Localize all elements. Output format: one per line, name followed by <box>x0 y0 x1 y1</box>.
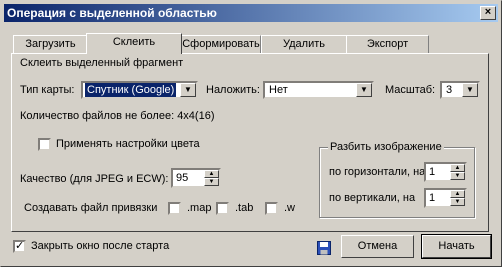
stitch-panel: Склеить выделенный фрагмент Тип карты: С… <box>11 53 489 232</box>
file-count-text: Количество файлов не более: 4х4(16) <box>20 110 215 122</box>
overlay-value: Нет <box>269 84 288 96</box>
split-vertical-stepper[interactable]: 1 ▲ ▼ <box>424 188 467 208</box>
apply-color-checkbox[interactable] <box>38 138 51 151</box>
map-type-label: Тип карты: <box>20 84 75 96</box>
chevron-down-icon[interactable]: ▼ <box>450 198 465 206</box>
split-group-title: Разбить изображение <box>328 141 444 153</box>
scale-label: Масштаб: <box>385 84 436 96</box>
chevron-down-icon[interactable]: ▼ <box>204 178 219 186</box>
scale-select[interactable]: 3 ▼ <box>440 81 480 99</box>
binding-map-label: .map <box>187 202 212 214</box>
split-vertical-label: по вертикали, на <box>329 192 416 204</box>
chevron-down-icon[interactable]: ▼ <box>356 83 372 97</box>
tab-generate[interactable]: Сформировать <box>181 35 261 53</box>
chevron-up-icon[interactable]: ▲ <box>450 164 465 172</box>
split-vertical-value: 1 <box>429 192 436 204</box>
tab-load[interactable]: Загрузить <box>13 35 88 53</box>
tab-export[interactable]: Экспорт <box>346 35 429 53</box>
save-icon[interactable] <box>317 241 331 255</box>
chevron-down-icon[interactable]: ▼ <box>180 83 196 97</box>
map-type-select[interactable]: Спутник (Google) ▼ <box>81 81 198 99</box>
title-bar[interactable]: Операция с выделенной областью × <box>4 4 498 22</box>
split-horizontal-label: по горизонтали, на <box>329 166 426 178</box>
tab-stitch[interactable]: Склеить <box>86 33 182 54</box>
split-group: Разбить изображение по горизонтали, на 1… <box>319 141 475 218</box>
dialog-window: Операция с выделенной областью × Загрузи… <box>0 0 502 267</box>
scale-value: 3 <box>446 84 453 96</box>
close-after-start-checkbox[interactable] <box>13 239 26 253</box>
close-after-start-label: Закрыть окно после старта <box>31 240 170 252</box>
overlay-label: Наложить: <box>206 84 260 96</box>
chevron-down-icon[interactable]: ▼ <box>462 83 478 97</box>
apply-color-label: Применять настройки цвета <box>56 138 200 150</box>
chevron-down-icon[interactable]: ▼ <box>450 172 465 180</box>
map-type-value: Спутник (Google) <box>85 83 177 97</box>
chevron-up-icon[interactable]: ▲ <box>204 170 219 178</box>
start-button[interactable]: Начать <box>421 234 492 259</box>
binding-tab-checkbox[interactable] <box>216 202 229 215</box>
quality-value: 95 <box>176 172 189 184</box>
quality-stepper[interactable]: 95 ▲ ▼ <box>171 168 221 188</box>
tab-delete[interactable]: Удалить <box>261 35 347 53</box>
split-horizontal-value: 1 <box>429 166 436 178</box>
quality-label: Качество (для JPEG и ECW): <box>20 173 169 185</box>
cancel-button[interactable]: Отмена <box>341 235 414 258</box>
panel-heading: Склеить выделенный фрагмент <box>20 57 184 69</box>
binding-label: Создавать файл привязки <box>24 202 158 214</box>
chevron-up-icon[interactable]: ▲ <box>450 190 465 198</box>
split-horizontal-stepper[interactable]: 1 ▲ ▼ <box>424 162 467 182</box>
window-title: Операция с выделенной областью <box>7 6 217 20</box>
binding-w-checkbox[interactable] <box>265 202 278 215</box>
binding-w-label: .w <box>284 202 295 214</box>
close-icon[interactable]: × <box>480 6 496 20</box>
binding-tab-label: .tab <box>235 202 254 214</box>
binding-map-checkbox[interactable] <box>168 202 181 215</box>
overlay-select[interactable]: Нет ▼ <box>263 81 374 99</box>
